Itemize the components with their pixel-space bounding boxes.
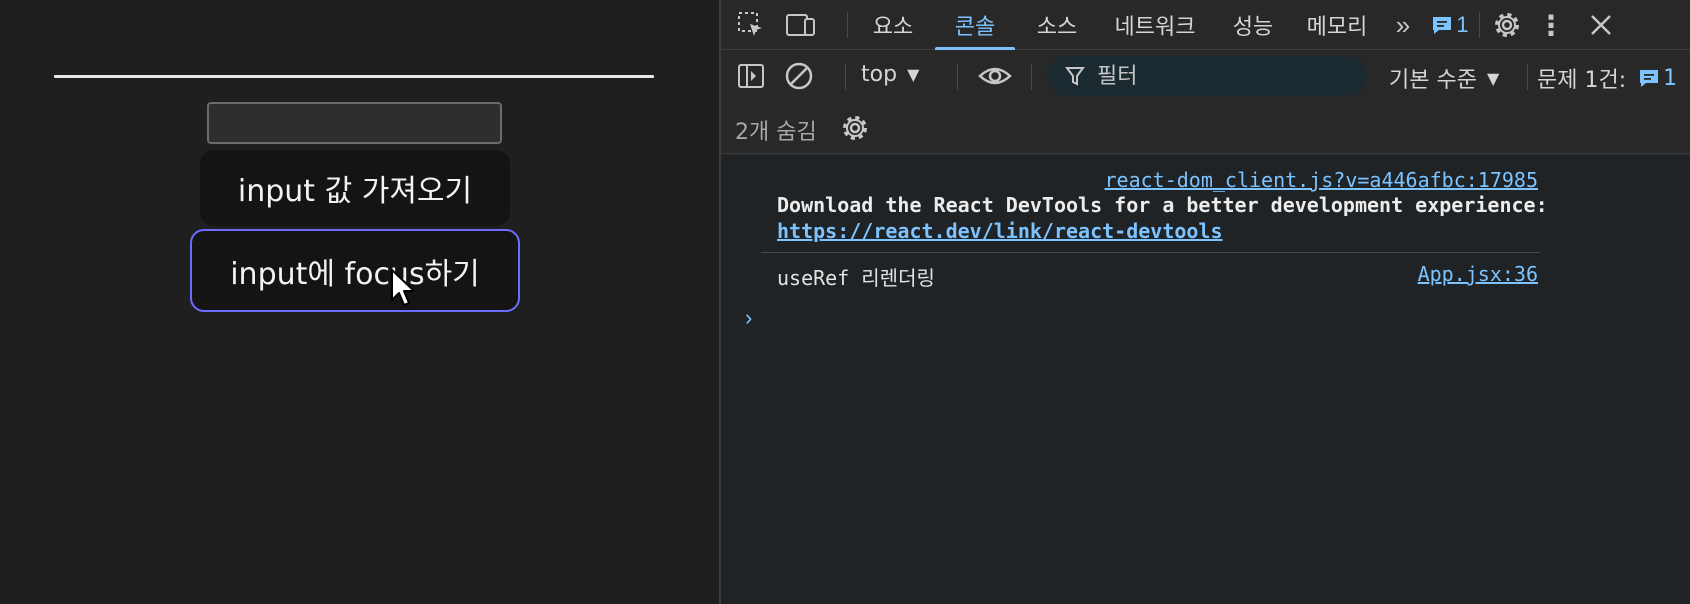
console-settings-icon[interactable] xyxy=(837,110,873,146)
message-source-link[interactable]: App.jsx:36 xyxy=(1418,262,1538,286)
message-icon xyxy=(1433,17,1452,34)
tab-memory[interactable]: 메모리 xyxy=(1293,0,1381,50)
divider xyxy=(845,64,846,90)
console-message-text: Download the React DevTools for a better… xyxy=(777,193,1548,217)
issues-counter[interactable]: 문제 1건: 1 xyxy=(1537,62,1677,94)
inspect-element-icon[interactable] xyxy=(733,7,769,43)
clear-console-icon[interactable] xyxy=(781,58,817,94)
log-level-label: 기본 수준 xyxy=(1389,68,1477,93)
issues-label: 문제 1건: xyxy=(1537,68,1627,93)
message-icon xyxy=(1640,70,1659,87)
chevron-double-right-icon[interactable]: » xyxy=(1385,7,1421,43)
text-input[interactable] xyxy=(207,102,502,144)
sidebar-toggle-icon[interactable] xyxy=(733,58,769,94)
tab-network[interactable]: 네트워크 xyxy=(1099,0,1211,50)
message-source-link[interactable]: react-dom_client.js?v=a446afbc:17985 xyxy=(1105,168,1538,192)
context-selector[interactable]: top ▼ xyxy=(861,62,919,87)
react-devtools-link[interactable]: https://react.dev/link/react-devtools xyxy=(777,219,1223,243)
devtools-tabbar: 요소 콘솔 소스 네트워크 성능 메모리 » 1 ⋮ xyxy=(721,0,1690,50)
console-output: react-dom_client.js?v=a446afbc:17985 Dow… xyxy=(721,155,1690,604)
log-level-selector[interactable]: 기본 수준 ▼ xyxy=(1389,62,1499,94)
message-divider xyxy=(761,252,1540,253)
divider xyxy=(1527,64,1528,90)
filter-icon xyxy=(1065,67,1085,86)
context-label: top xyxy=(861,62,898,87)
divider xyxy=(1031,64,1032,90)
tab-elements[interactable]: 요소 xyxy=(861,0,925,50)
tab-performance[interactable]: 성능 xyxy=(1221,0,1285,50)
devtools-panel: 요소 콘솔 소스 네트워크 성능 메모리 » 1 ⋮ top ▼ 필터 기본 수… xyxy=(719,0,1690,604)
console-prompt[interactable]: › xyxy=(745,305,752,331)
filter-input[interactable] xyxy=(1097,63,1347,89)
console-toolbar: top ▼ 기본 수준 ▼ 문제 1건: 1 xyxy=(721,50,1690,102)
issues-count: 1 xyxy=(1663,65,1678,91)
divider xyxy=(957,64,958,90)
close-icon[interactable] xyxy=(1583,7,1619,43)
horizontal-rule xyxy=(54,75,654,78)
console-message-text: useRef 리렌더링 xyxy=(777,266,935,290)
device-toolbar-icon[interactable] xyxy=(783,7,819,43)
caret-down-icon: ▼ xyxy=(907,65,920,84)
focus-input-button[interactable]: input에 focus하기 xyxy=(190,229,520,312)
filter-box xyxy=(1047,56,1367,96)
eye-icon[interactable] xyxy=(977,58,1013,94)
issues-badge[interactable]: 1 xyxy=(1427,7,1473,43)
console-toolbar-secondary: 2개 숨김 xyxy=(721,102,1690,154)
more-options-icon[interactable]: ⋮ xyxy=(1533,7,1569,43)
divider xyxy=(1479,12,1480,38)
caret-down-icon: ▼ xyxy=(1486,68,1500,88)
get-input-value-button[interactable]: input 값 가져오기 xyxy=(200,150,510,226)
app-viewport: input 값 가져오기 input에 focus하기 xyxy=(0,0,719,604)
tab-console[interactable]: 콘솔 xyxy=(935,0,1015,50)
issues-badge-count: 1 xyxy=(1456,12,1469,37)
divider xyxy=(847,12,848,38)
tab-sources[interactable]: 소스 xyxy=(1025,0,1089,50)
hidden-count-label: 2개 숨김 xyxy=(735,120,817,145)
gear-icon[interactable] xyxy=(1489,7,1525,43)
mouse-cursor-icon xyxy=(391,269,415,306)
